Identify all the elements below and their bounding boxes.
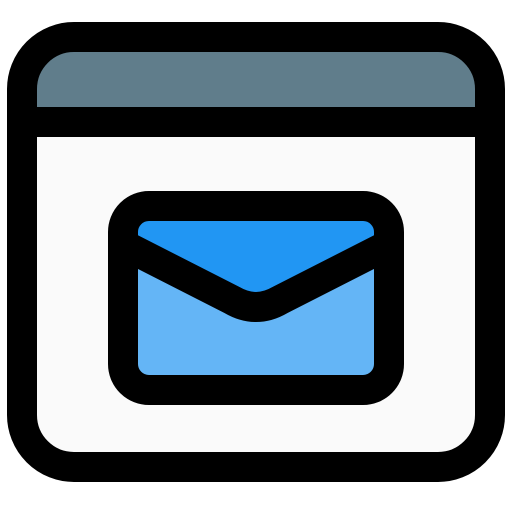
icon-canvas xyxy=(0,0,512,512)
browser-mail-icon xyxy=(7,22,505,482)
envelope-icon xyxy=(108,191,404,405)
